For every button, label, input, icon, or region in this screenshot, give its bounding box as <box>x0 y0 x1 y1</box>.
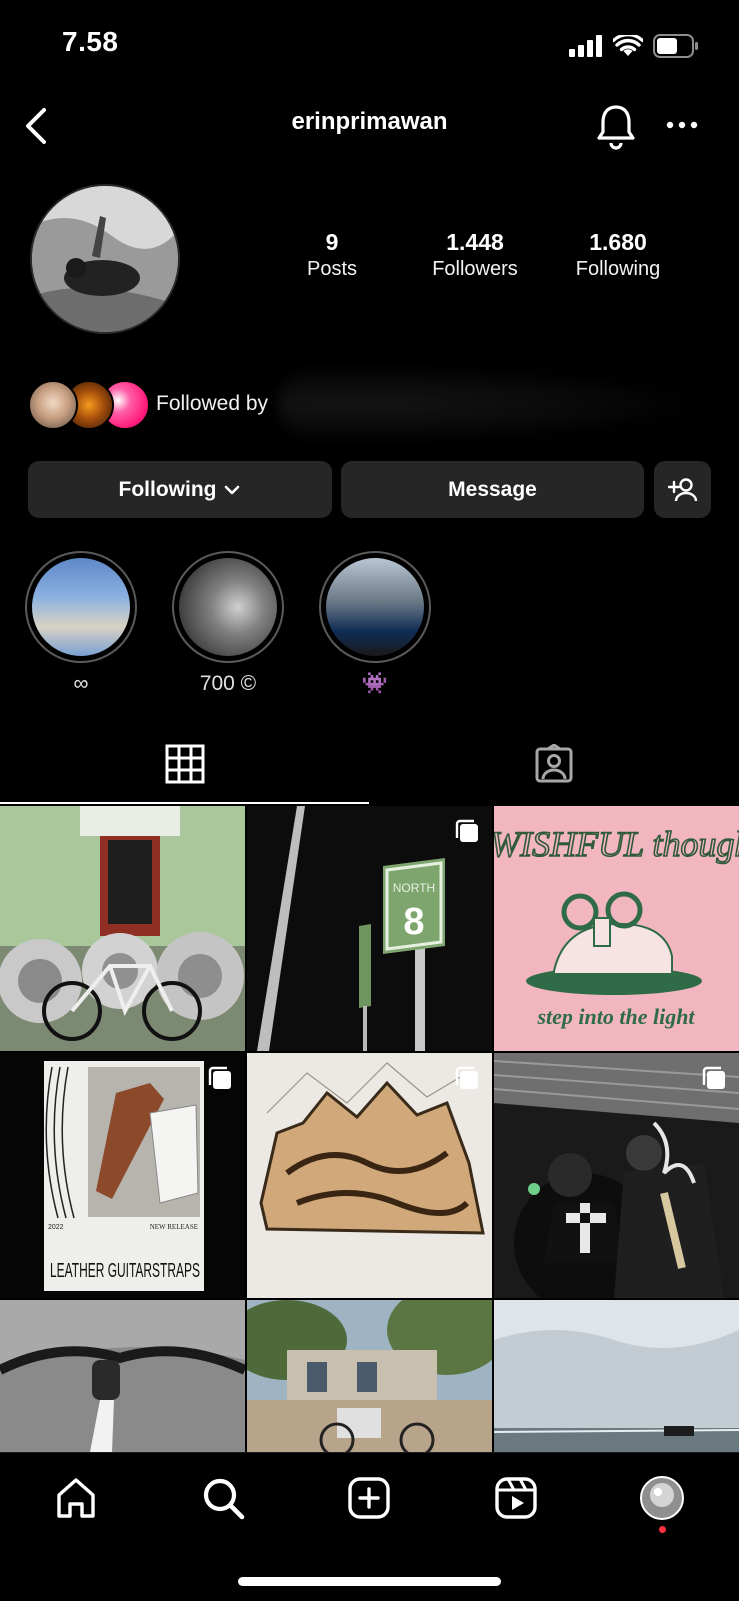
art-leather-text: LEATHER GUITARSTRAPS <box>50 1260 200 1282</box>
highlight-label-1: ∞ <box>73 672 89 695</box>
status-icons <box>569 34 699 58</box>
art-tag: NEW RELEASE <box>150 1223 198 1231</box>
profile-avatar-icon <box>640 1476 684 1520</box>
notifications-button[interactable] <box>594 102 638 150</box>
post-thumbnail[interactable]: AWISHFUL thought step into the light <box>494 806 739 1051</box>
post-image-building-bike <box>247 1300 492 1452</box>
post-image-wishful-thought: AWISHFUL thought step into the light <box>494 806 739 1051</box>
story-highlight-3[interactable] <box>319 551 431 663</box>
nav-create[interactable] <box>346 1475 392 1521</box>
mutual-followers-avatars[interactable] <box>28 380 150 432</box>
home-indicator <box>238 1577 501 1586</box>
nav-home[interactable] <box>53 1475 99 1521</box>
post-image-beach <box>494 1300 739 1452</box>
posts-label: Posts <box>306 258 358 280</box>
post-thumbnail[interactable]: NORTH 8 <box>247 806 492 1051</box>
following-stat[interactable]: 1.680 Following <box>548 228 688 282</box>
post-thumbnail[interactable] <box>247 1053 492 1298</box>
post-thumbnail[interactable]: 2022 NEW RELEASE LEATHER GUITARSTRAPS <box>0 1053 245 1298</box>
post-thumbnail[interactable] <box>0 1300 245 1452</box>
active-tab-indicator <box>0 802 369 804</box>
nav-search[interactable] <box>200 1475 246 1521</box>
followed-by-label: Followed by <box>156 392 269 415</box>
post-thumbnail[interactable] <box>0 806 245 1051</box>
nav-profile[interactable] <box>639 1475 685 1521</box>
wifi-icon <box>613 35 643 56</box>
reels-icon <box>495 1477 537 1519</box>
sign-text: NORTH <box>393 881 435 895</box>
post-image-handlebar <box>0 1300 245 1452</box>
posts-stat[interactable]: 9 Posts <box>262 228 402 282</box>
profile-avatar[interactable] <box>30 184 180 334</box>
add-post-icon <box>348 1477 390 1519</box>
home-icon <box>57 1478 95 1518</box>
following-button[interactable]: Following <box>28 461 332 518</box>
followers-stat[interactable]: 1.448 Followers <box>405 228 545 282</box>
art-title: AWISHFUL thought <box>494 824 739 864</box>
story-highlight-1[interactable] <box>25 551 137 663</box>
bell-icon <box>597 105 635 150</box>
following-label: Following <box>575 258 661 280</box>
more-options-button[interactable] <box>662 110 702 140</box>
highlight-cover-sky <box>32 558 130 656</box>
story-highlight-2[interactable] <box>172 551 284 663</box>
followers-count: 1.448 <box>446 229 504 255</box>
redacted-usernames <box>278 368 688 440</box>
message-button-label: Message <box>448 477 537 501</box>
message-button[interactable]: Message <box>341 461 644 518</box>
post-image-bike-pipes <box>0 806 245 1051</box>
tagged-person-icon <box>535 743 573 783</box>
suggested-people-button[interactable] <box>654 461 711 518</box>
add-person-icon <box>667 477 697 501</box>
post-thumbnail[interactable] <box>247 1300 492 1452</box>
post-thumbnail[interactable] <box>494 1053 739 1298</box>
notification-dot <box>659 1526 666 1533</box>
more-dots-icon <box>666 121 698 129</box>
search-icon <box>203 1478 245 1520</box>
highlight-cover-bike <box>179 558 277 656</box>
signal-icon <box>569 35 602 57</box>
art-year: 2022 <box>48 1224 64 1231</box>
following-button-label: Following <box>118 477 217 501</box>
nav-reels[interactable] <box>493 1475 539 1521</box>
posts-count: 9 <box>325 229 339 255</box>
tab-tagged[interactable] <box>534 743 574 784</box>
multiple-photos-icon <box>702 1066 725 1089</box>
sign-number: 8 <box>403 901 424 943</box>
art-caption: step into the light <box>536 1004 695 1029</box>
highlight-cover-dashboard <box>326 558 424 656</box>
chevron-down-icon <box>225 485 240 494</box>
avatar-photo <box>32 186 178 332</box>
followers-label: Followers <box>432 258 518 280</box>
battery-icon <box>653 34 698 58</box>
status-time: 7.58 <box>62 26 119 57</box>
mutual-avatar-1 <box>28 380 78 430</box>
multiple-photos-icon <box>455 1066 478 1089</box>
grid-icon <box>165 744 205 784</box>
multiple-photos-icon <box>208 1066 231 1089</box>
following-count: 1.680 <box>589 229 647 255</box>
multiple-photos-icon <box>455 819 478 842</box>
tab-posts-grid[interactable] <box>165 744 205 784</box>
post-thumbnail[interactable] <box>494 1300 739 1452</box>
highlight-label-3: 👾 <box>361 672 389 695</box>
highlight-label-2: 700 © <box>199 672 257 695</box>
